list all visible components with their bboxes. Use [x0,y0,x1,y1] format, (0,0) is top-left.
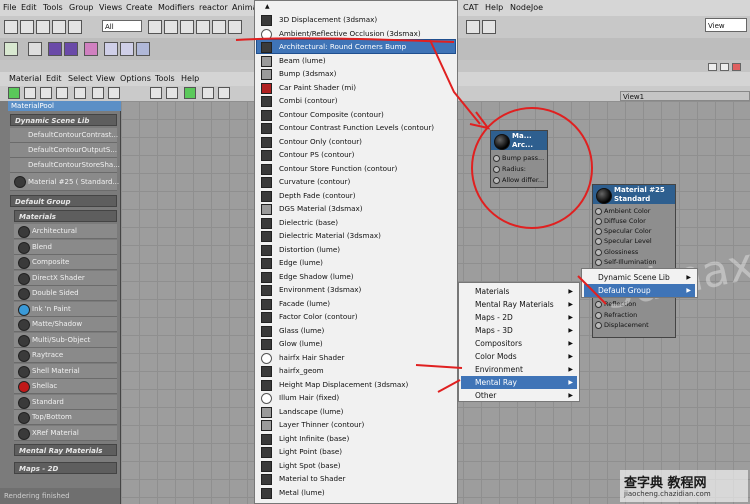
annotation-mark [437,379,461,393]
annotation-arrow [429,39,481,125]
annotation-overlay [235,37,607,393]
annotation-mark [415,364,463,369]
annotation-underline [235,37,455,43]
annotation-circle [471,107,593,229]
annotation-mark [577,275,607,305]
